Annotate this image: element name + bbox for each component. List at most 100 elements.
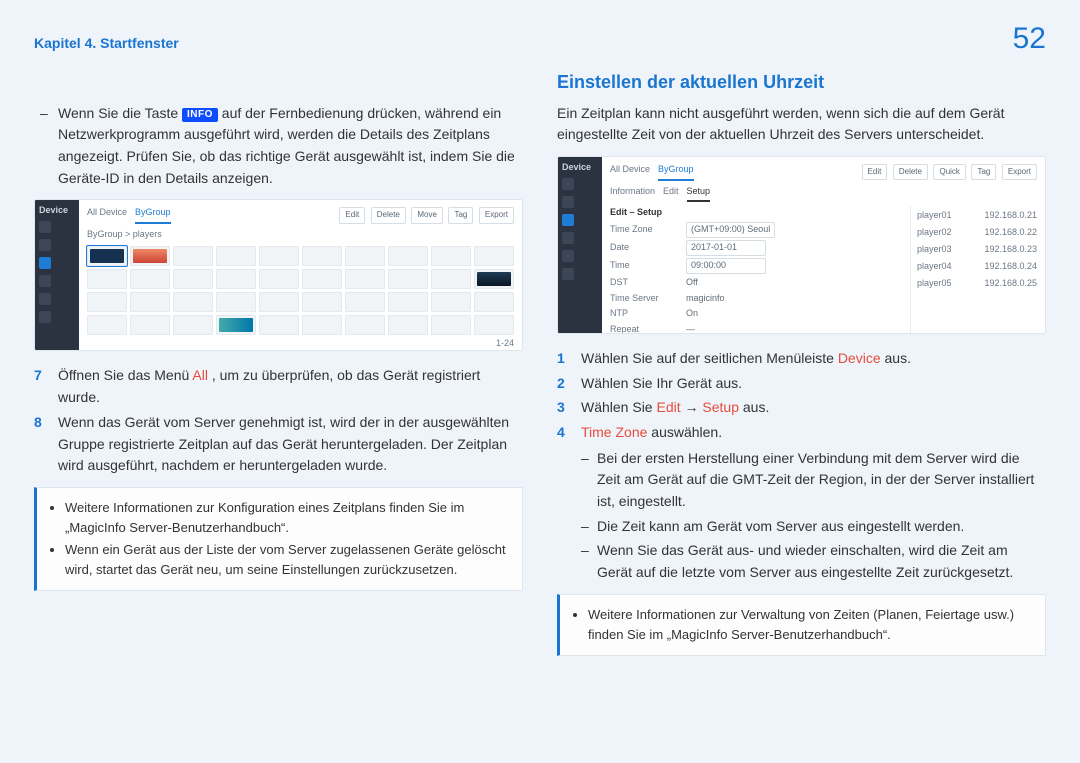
sublist-item: Wenn Sie das Gerät aus- und wieder einsc…	[581, 540, 1046, 583]
sublist-item: Die Zeit kann am Gerät vom Server aus ei…	[581, 516, 1046, 538]
tab-bygroup: ByGroup	[658, 163, 694, 181]
toolbar-btn: Tag	[448, 207, 473, 223]
note-item: Weitere Informationen zur Konfiguration …	[65, 498, 510, 538]
field-label: Time	[610, 259, 678, 273]
section-title: Einstellen der aktuellen Uhrzeit	[557, 69, 1046, 97]
field-label: Date	[610, 241, 678, 255]
right-note-box: Weitere Informationen zur Verwaltung von…	[557, 594, 1046, 656]
field-value: (GMT+09:00) Seoul	[686, 222, 775, 238]
side-cell: player04	[917, 260, 952, 274]
text-segment: →	[685, 399, 703, 415]
inner-tab-active: Setup	[687, 185, 711, 202]
toolbar-btn: Edit	[862, 164, 888, 180]
timezone-highlight: Time Zone	[581, 424, 647, 440]
screenshot-tabs: All Device ByGroup	[87, 206, 171, 224]
left-steps: 7 Öffnen Sie das Menü All , um zu überpr…	[34, 365, 523, 476]
field-label: Repeat	[610, 323, 678, 334]
field-value: 09:00:00	[686, 258, 766, 274]
right-steps: 1 Wählen Sie auf der seitlichen Menüleis…	[557, 348, 1046, 444]
step-3: 3 Wählen Sie Edit → Setup aus.	[557, 397, 1046, 419]
sublist-item: Bei der ersten Herstellung einer Verbind…	[581, 448, 1046, 513]
screenshot-time-settings: Device All Device ByGroup	[557, 156, 1046, 334]
page-number: 52	[1013, 24, 1046, 54]
info-badge: INFO	[182, 108, 218, 122]
tab-all: All Device	[87, 206, 127, 224]
chapter-title: Kapitel 4. Startfenster	[34, 33, 179, 55]
step-number: 2	[557, 373, 571, 395]
field-label: Time Server	[610, 292, 678, 306]
side-cell: 192.168.0.23	[984, 243, 1037, 257]
screenshot-device-grid: Device All Device ByGroup	[34, 199, 523, 351]
right-lead: Ein Zeitplan kann nicht ausgeführt werde…	[557, 103, 1046, 146]
text-segment: auswählen.	[651, 424, 722, 440]
note-item: Wenn ein Gerät aus der Liste der vom Ser…	[65, 540, 510, 580]
setup-highlight: Setup	[702, 399, 739, 415]
field-label: Time Zone	[610, 223, 678, 237]
side-cell: player01	[917, 209, 952, 223]
page-header: Kapitel 4. Startfenster 52	[34, 18, 1046, 55]
step-number: 1	[557, 348, 571, 370]
device-list-panel: player01 192.168.0.21 player02 192.168.0.2…	[910, 206, 1037, 334]
text-segment: aus.	[743, 399, 769, 415]
side-cell: player02	[917, 226, 952, 240]
screenshot-breadcrumb: ByGroup > players	[87, 228, 514, 242]
left-note-box: Weitere Informationen zur Konfiguration …	[34, 487, 523, 592]
page: Kapitel 4. Startfenster 52 Wenn Sie die …	[0, 0, 1080, 763]
note-item: Weitere Informationen zur Verwaltung von…	[588, 605, 1033, 645]
screenshot-main: All Device ByGroup Edit Delete Move Tag …	[79, 200, 522, 350]
right-column: Einstellen der aktuellen Uhrzeit Ein Zei…	[557, 69, 1046, 656]
step-7: 7 Öffnen Sie das Menü All , um zu überpr…	[34, 365, 523, 408]
field-label: DST	[610, 276, 678, 290]
screenshot-sidebar: Device	[558, 157, 602, 333]
toolbar-btn: Export	[479, 207, 514, 223]
field-value: 2017-01-01	[686, 240, 766, 256]
field-value: Off	[686, 276, 698, 290]
step-4: 4 Time Zone auswählen.	[557, 422, 1046, 444]
side-cell: player05	[917, 277, 952, 291]
screenshot-thumb-grid	[87, 246, 514, 335]
field-label: NTP	[610, 307, 678, 321]
step-number: 3	[557, 397, 571, 419]
screenshot-sidebar: Device	[35, 200, 79, 350]
right-sublist: Bei der ersten Herstellung einer Verbind…	[581, 448, 1046, 584]
step-number: 7	[34, 365, 48, 387]
step-text: Wenn das Gerät vom Server genehmigt ist,…	[58, 412, 523, 477]
side-cell: 192.168.0.25	[984, 277, 1037, 291]
step-1: 1 Wählen Sie auf der seitlichen Menüleis…	[557, 348, 1046, 370]
tab-bygroup: ByGroup	[135, 206, 171, 224]
toolbar-btn: Delete	[893, 164, 928, 180]
toolbar-btn: Edit	[339, 207, 365, 223]
step-number: 4	[557, 422, 571, 444]
step-2: 2 Wählen Sie Ihr Gerät aus.	[557, 373, 1046, 395]
side-cell: 192.168.0.24	[984, 260, 1037, 274]
toolbar-btn: Quick	[933, 164, 965, 180]
setup-subtitle: Edit – Setup	[610, 206, 904, 220]
side-cell: 192.168.0.22	[984, 226, 1037, 240]
toolbar-btn: Export	[1002, 164, 1037, 180]
side-cell: 192.168.0.21	[984, 209, 1037, 223]
left-column: Wenn Sie die Taste INFO auf der Fernbedi…	[34, 69, 523, 656]
toolbar-btn: Delete	[371, 207, 406, 223]
text-segment: aus.	[885, 350, 911, 366]
text-segment: Wählen Sie	[581, 399, 656, 415]
text-segment: Wählen Sie auf der seitlichen Menüleiste	[581, 350, 838, 366]
step-text: Wählen Sie Ihr Gerät aus.	[581, 373, 1046, 395]
tab-all: All Device	[610, 163, 650, 181]
inner-tab: Edit	[663, 185, 679, 202]
toolbar-btn: Tag	[971, 164, 996, 180]
step-8: 8 Wenn das Gerät vom Server genehmigt is…	[34, 412, 523, 477]
inner-tab: Information	[610, 185, 655, 202]
device-highlight: Device	[838, 350, 881, 366]
edit-highlight: Edit	[656, 399, 680, 415]
left-intro-para: Wenn Sie die Taste INFO auf der Fernbedi…	[34, 103, 523, 190]
menu-all-highlight: All	[192, 367, 208, 383]
field-value: —	[686, 323, 695, 334]
sidebar-title: Device	[35, 200, 79, 218]
toolbar-btn: Move	[411, 207, 443, 223]
field-value: On	[686, 307, 698, 321]
step-number: 8	[34, 412, 48, 434]
text-segment: Öffnen Sie das Menü	[58, 367, 192, 383]
screenshot-pager: 1-24	[87, 337, 514, 351]
text-segment: Wenn Sie die Taste	[58, 105, 182, 121]
sidebar-title: Device	[558, 157, 602, 175]
